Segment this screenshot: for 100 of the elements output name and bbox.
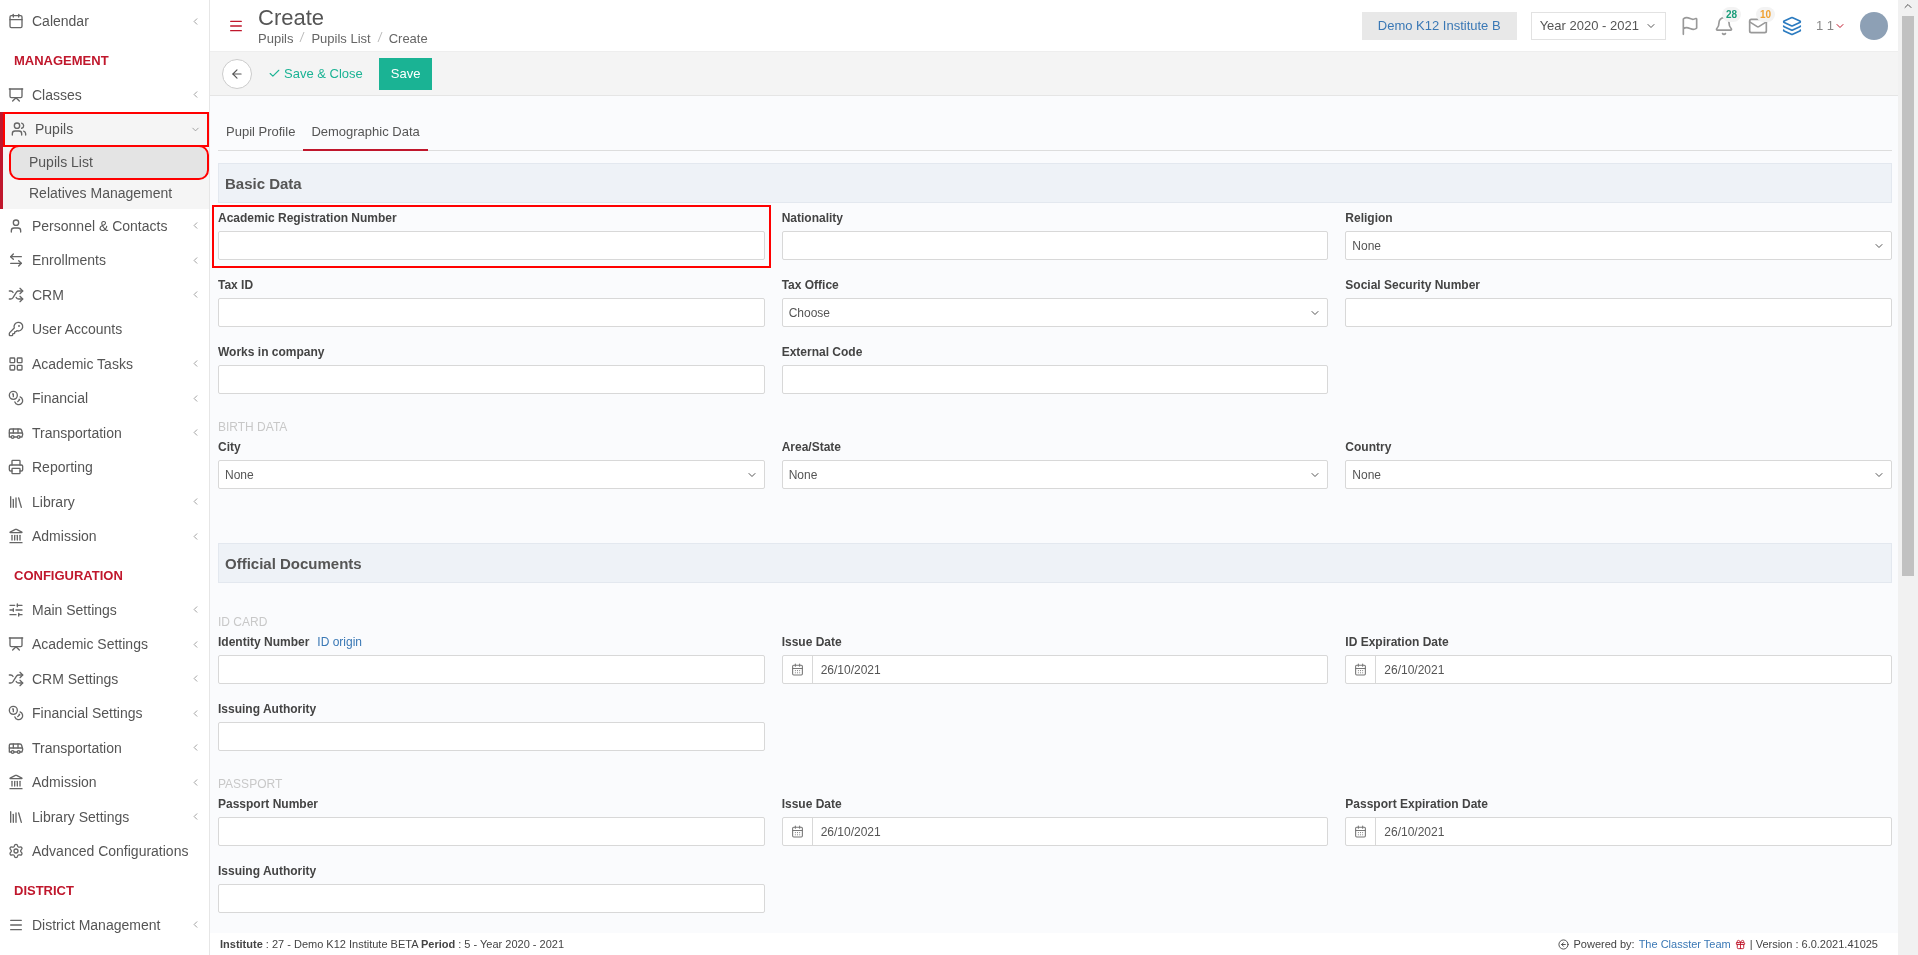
field-label: Nationality [781,211,843,225]
breadcrumb-separator [376,31,383,43]
select-field[interactable]: None [781,460,1329,489]
sidebar-item[interactable]: Admission [0,765,209,800]
text-field[interactable] [218,817,765,846]
sidebar-subitem[interactable]: Relatives Management [11,177,207,209]
field-label: ID Expiration Date [1345,635,1449,649]
tab[interactable]: Pupil Profile [218,116,304,151]
coins-icon [8,705,24,722]
sidebar-item[interactable]: Enrollments [0,243,209,278]
shuffle-icon [8,286,24,303]
sidebar-item[interactable]: Financial [0,381,209,416]
arrow-left-icon [230,66,244,81]
id-origin-link[interactable]: ID origin [317,635,363,649]
tab[interactable]: Demographic Data [303,116,428,151]
sidebar-item[interactable]: Personnel & Contacts [0,208,209,243]
sidebar-section-heading: CONFIGURATION [13,566,124,585]
field-label: External Code [781,345,863,359]
text-field[interactable] [1345,298,1892,327]
back-button[interactable] [222,58,252,89]
layers-icon[interactable] [1781,15,1802,36]
sidebar-item[interactable]: CRM [0,277,209,312]
users-icon [11,121,27,138]
scrollbar[interactable] [1898,0,1918,955]
breadcrumb-link[interactable]: Pupils List [311,31,371,46]
scrollbar-thumb[interactable] [1902,16,1914,576]
field-label: Academic Registration Number [218,211,397,225]
sidebar-subitem[interactable]: Pupils List [11,146,207,178]
sidebar-item[interactable]: Main Settings [0,592,209,627]
field-label: Country [1345,440,1392,454]
sidebar-item[interactable]: District Management [0,907,209,942]
sidebar-section-heading: DISTRICT [13,881,75,900]
field-label: Tax Office [781,278,839,292]
sidebar-item[interactable]: Transportation [0,415,209,450]
breadcrumb-separator [299,31,306,43]
field-label: Issuing Authority [218,702,317,716]
sidebar-item[interactable]: Library [0,484,209,519]
text-field[interactable] [218,722,765,751]
field-label: Issuing Authority [218,864,317,878]
text-field[interactable] [781,231,1329,260]
books-icon [8,808,24,825]
user-menu[interactable]: 1 1 [1815,18,1846,33]
field-label: Issue Date [781,797,842,811]
field-label: Works in company [218,345,325,359]
check-icon [268,67,281,80]
date-field[interactable]: 26/10/2021 [781,817,1329,846]
text-field[interactable] [781,365,1329,394]
user-icon [8,217,24,234]
notification-badge: 28 [1721,6,1742,22]
sidebar-item[interactable]: Transportation [0,730,209,765]
gift-icon [1734,938,1746,950]
sidebar-item[interactable]: Pupils [3,112,209,147]
books-icon [8,493,24,510]
field-label: Area/State [781,440,842,454]
sidebar-item[interactable]: Advanced Configurations [0,834,209,869]
sidebar-item[interactable]: CRM Settings [0,661,209,696]
sidebar-item[interactable]: Admission [0,519,209,554]
settings-icon [8,843,24,860]
sidebar-item[interactable]: Academic Settings [0,627,209,662]
select-field[interactable]: None [218,460,765,489]
sliders-icon [8,601,24,618]
section-header: Basic Data [218,163,1892,203]
sidebar-item[interactable]: Reporting [0,450,209,485]
sidebar-item[interactable]: Library Settings [0,799,209,834]
sidebar-item[interactable]: Academic Tasks [0,346,209,381]
text-field[interactable] [218,655,765,684]
sidebar-item[interactable]: Classes [0,77,209,112]
field-label: City [218,440,241,454]
coins-icon [8,390,24,407]
field-label: Identity Number [218,635,310,649]
version-text: | Version : 6.0.2021.41025 [1749,938,1878,950]
printer-icon [8,459,24,476]
message-badge: 10 [1755,6,1776,22]
key-icon [8,321,24,338]
year-dropdown[interactable]: Year 2020 - 2021 [1530,11,1666,40]
sidebar-item[interactable]: Financial Settings [0,696,209,731]
text-field[interactable] [218,365,765,394]
institute-button[interactable]: Demo K12 Institute B [1361,11,1517,40]
team-link[interactable]: The Classter Team [1638,938,1731,950]
sidebar-item[interactable]: Calendar [0,4,209,39]
select-field[interactable]: None [1345,460,1892,489]
select-field[interactable]: Choose [781,298,1329,327]
date-field[interactable]: 26/10/2021 [781,655,1329,684]
select-field[interactable]: None [1345,231,1892,260]
field-label: Passport Number [218,797,319,811]
shuffle-icon [8,670,24,687]
sidebar-item[interactable]: User Accounts [0,312,209,347]
breadcrumb-link[interactable]: Pupils [258,31,294,46]
powered-by-text: Powered by: [1573,938,1635,950]
date-field[interactable]: 26/10/2021 [1345,655,1892,684]
building-icon [8,774,24,791]
field-label: Passport Expiration Date [1345,797,1489,811]
text-field[interactable] [218,231,765,260]
text-field[interactable] [218,884,765,913]
classroom-icon [8,86,24,103]
text-field[interactable] [218,298,765,327]
avatar[interactable] [1860,11,1888,40]
field-label: Social Security Number [1345,278,1481,292]
calendar-icon [1354,825,1368,838]
date-field[interactable]: 26/10/2021 [1345,817,1892,846]
